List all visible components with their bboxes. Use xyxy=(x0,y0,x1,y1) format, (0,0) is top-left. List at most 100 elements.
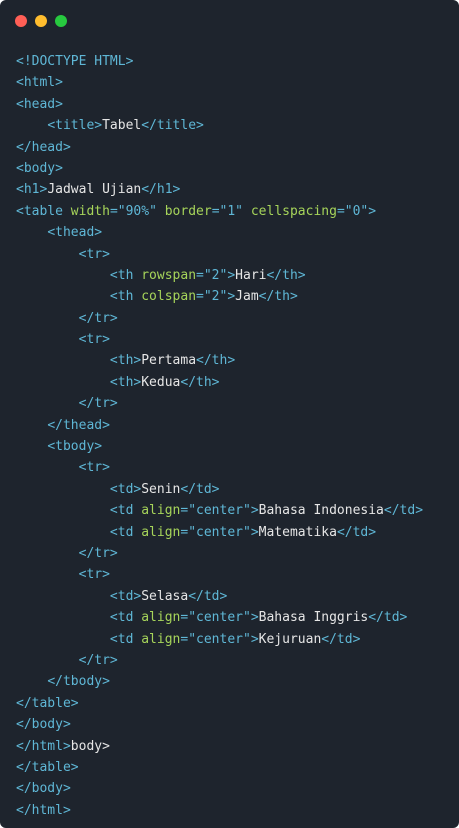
code-line: </head> xyxy=(16,137,423,158)
code-token-tag: </th> xyxy=(258,289,298,305)
code-token-tag: = xyxy=(211,203,220,219)
code-token-tag: </body> xyxy=(16,717,71,733)
code-token-tag: = xyxy=(336,203,345,219)
code-token-tag: > xyxy=(250,631,259,647)
code-token-text: Bahasa Inggris xyxy=(258,610,369,626)
code-token-str: "2" xyxy=(203,267,228,283)
code-token-text: Tabel xyxy=(102,118,142,134)
maximize-dot-icon[interactable] xyxy=(55,15,67,27)
code-line: <tr> xyxy=(16,564,423,585)
code-token-tag: <tr> xyxy=(78,567,110,583)
window-controls xyxy=(15,15,67,27)
code-token-tag: </th> xyxy=(180,374,220,390)
code-line: </table> xyxy=(16,757,423,778)
code-line: <th>Pertama</th> xyxy=(16,350,423,371)
code-token-tag: </td> xyxy=(336,524,377,540)
code-token-tag: <head> xyxy=(16,96,63,112)
code-token-tag: </table> xyxy=(16,695,79,711)
code-token-str: "0" xyxy=(344,203,369,219)
code-token-tag: > xyxy=(250,610,259,626)
code-token-tag: = xyxy=(196,267,204,283)
code-token-attr: align xyxy=(141,631,181,647)
code-token-text: Kejuruan xyxy=(258,631,322,647)
code-token-tag: > xyxy=(250,503,259,519)
code-token-text: Kedua xyxy=(141,374,181,390)
code-token-tag: <thead> xyxy=(47,225,103,241)
code-token-attr: border xyxy=(164,203,212,219)
code-token-tag: <td xyxy=(109,631,142,647)
code-token-text: Senin xyxy=(141,481,181,497)
code-line: <h1>Jadwal Ujian</h1> xyxy=(16,179,423,200)
code-token-tag: <th> xyxy=(109,353,142,369)
code-token-tag: <td> xyxy=(109,588,142,604)
code-line: <td align="center">Bahasa Inggris</td> xyxy=(16,607,423,628)
code-token-tag: </th> xyxy=(266,267,306,283)
code-token-tag: </td> xyxy=(383,503,424,519)
code-line: <tbody> xyxy=(16,436,423,457)
code-token-tag: <!DOCTYPE HTML> xyxy=(16,54,134,69)
code-token-text: Matematika xyxy=(258,524,337,540)
code-line: <th colspan="2">Jam</th> xyxy=(16,286,423,307)
code-token-attr: align xyxy=(141,610,181,626)
code-token-attr: cellspacing xyxy=(250,203,337,219)
code-token-tag: <h1> xyxy=(16,182,48,198)
code-token-tag: </body> xyxy=(16,781,71,797)
code-line: <tr> xyxy=(16,329,423,350)
code-token-tag: <td xyxy=(109,610,142,626)
code-line: <tr> xyxy=(16,457,423,478)
code-token-tag: </th> xyxy=(196,353,236,369)
code-token-tag: <tr> xyxy=(78,246,110,262)
code-token-tag: <th xyxy=(109,289,142,305)
code-token-tag: </td> xyxy=(321,631,361,647)
code-token-tag: </thead> xyxy=(47,417,110,433)
code-line: </tr> xyxy=(16,650,423,671)
code-line: <td align="center">Bahasa Indonesia</td> xyxy=(16,500,423,521)
code-token-tag: <tbody> xyxy=(47,439,103,455)
code-token-tag: = xyxy=(109,203,118,219)
code-token-tag: </h1> xyxy=(141,182,181,198)
close-dot-icon[interactable] xyxy=(15,15,27,27)
code-token-tag: = xyxy=(196,289,204,305)
code-line: <body> xyxy=(16,158,423,179)
code-token-text: Pertama xyxy=(141,353,197,369)
code-token-attr: align xyxy=(141,503,181,519)
code-token-tag: > xyxy=(227,267,236,283)
code-token-tag: <tr> xyxy=(78,460,110,476)
code-line: </html> xyxy=(16,800,423,821)
code-line: </body> xyxy=(16,714,423,735)
code-line: <th rowspan="2">Hari</th> xyxy=(16,265,423,286)
code-line: <table width="90%" border="1" cellspacin… xyxy=(16,201,423,222)
code-line: <title>Tabel</title> xyxy=(16,115,423,136)
code-line: </tr> xyxy=(16,308,423,329)
code-line: <td>Senin</td> xyxy=(16,479,423,500)
code-token-text: Selasa xyxy=(141,588,189,604)
code-token-tag: </html> xyxy=(16,738,71,754)
code-token-tag: <table xyxy=(16,203,71,219)
code-block: <!DOCTYPE HTML> <html> <head> <title>Tabel… xyxy=(16,51,423,821)
code-token-tag: > xyxy=(227,289,236,305)
code-token-str: "2" xyxy=(203,289,228,305)
code-token-tag: <th> xyxy=(109,374,142,390)
code-token-tag: <tr> xyxy=(78,332,110,348)
minimize-dot-icon[interactable] xyxy=(35,15,47,27)
code-token-str: "90%" xyxy=(117,203,157,219)
code-token-tag: </table> xyxy=(16,759,79,775)
code-line: <th>Kedua</th> xyxy=(16,372,423,393)
code-token-tag: </head> xyxy=(16,139,71,155)
code-token-tag: > xyxy=(250,524,259,540)
code-token-attr: colspan xyxy=(141,289,197,305)
code-token-text: Bahasa Indonesia xyxy=(258,503,384,519)
code-token-tag: </tr> xyxy=(78,545,118,561)
